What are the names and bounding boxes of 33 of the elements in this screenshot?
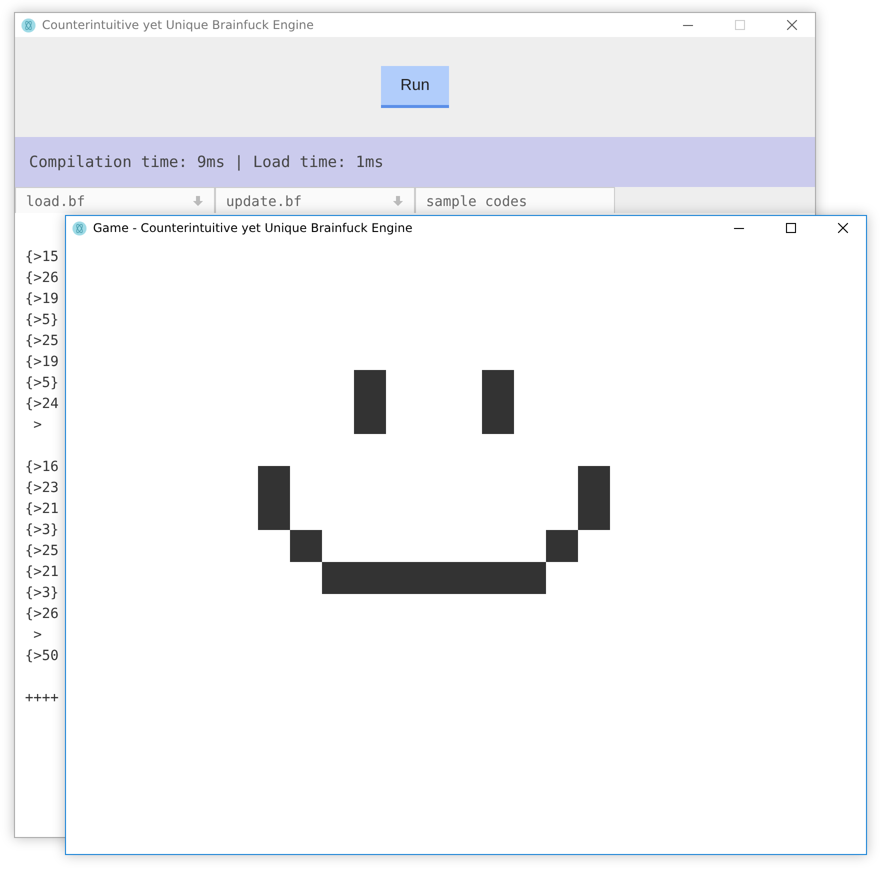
- code-line: >: [32, 626, 43, 645]
- status-text: Compilation time: 9ms | Load time: 1ms: [29, 153, 384, 171]
- file-tab[interactable]: load.bf: [15, 187, 215, 213]
- minimize-icon[interactable]: [683, 24, 693, 26]
- code-line: {>16: [25, 458, 60, 477]
- app-icon: [72, 220, 87, 236]
- maximize-icon[interactable]: [786, 223, 796, 233]
- file-tab[interactable]: update.bf: [215, 187, 415, 213]
- code-line: {>3}: [25, 584, 60, 603]
- code-line: {>21: [25, 500, 60, 519]
- run-button[interactable]: Run: [381, 66, 449, 108]
- code-line: {>25: [25, 542, 60, 561]
- code-line: {>3}: [25, 521, 60, 540]
- code-line: {>15: [25, 248, 60, 267]
- code-line: {>21: [25, 563, 60, 582]
- code-line: {>26: [25, 269, 60, 288]
- window-title: Counterintuitive yet Unique Brainfuck Engine: [42, 18, 315, 32]
- close-icon[interactable]: [838, 223, 848, 233]
- code-line: {>25: [25, 332, 60, 351]
- code-line: {>19: [25, 290, 60, 309]
- code-line: >: [32, 416, 43, 435]
- close-icon[interactable]: [787, 20, 797, 30]
- code-line: {>26: [25, 605, 60, 624]
- code-line: {>24: [25, 395, 60, 414]
- app-icon: [21, 18, 36, 32]
- code-line: {>19: [25, 353, 60, 372]
- code-line: {>5}: [25, 374, 60, 393]
- code-line: {>5}: [25, 311, 60, 330]
- window-title: Game - Counterintuitive yet Unique Brainfuck Engine: [93, 221, 414, 235]
- code-line: {>50: [25, 647, 60, 666]
- file-tab[interactable]: sample codes: [415, 187, 615, 213]
- code-line: ++++: [25, 689, 60, 708]
- code-line: {>23: [25, 479, 60, 498]
